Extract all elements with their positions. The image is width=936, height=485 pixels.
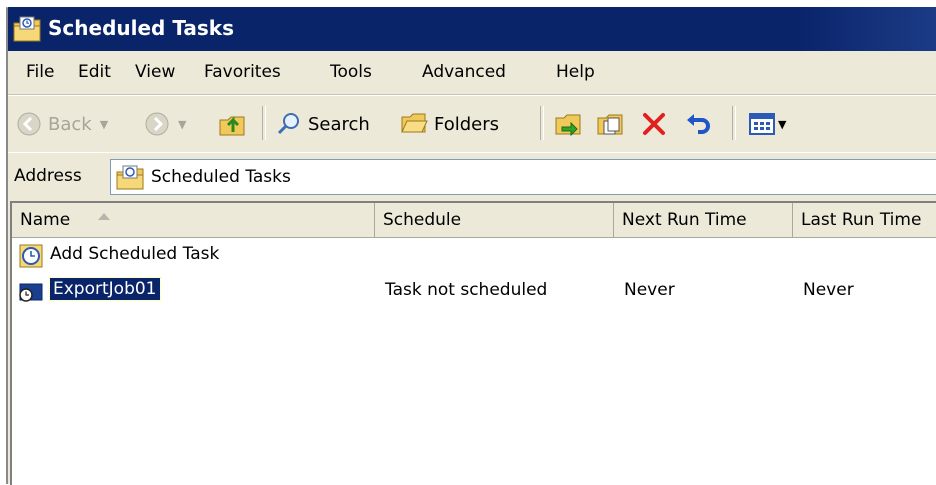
undo-button[interactable] xyxy=(684,108,712,140)
move-to-icon xyxy=(555,114,581,137)
scheduled-tasks-folder-icon xyxy=(13,16,41,42)
address-value: Scheduled Tasks xyxy=(151,167,291,187)
menu-help[interactable]: Help xyxy=(556,62,595,82)
column-header-next-run[interactable]: Next Run Time xyxy=(614,203,793,238)
list-item-exportjob01[interactable]: ExportJob01 Task not scheduled Never Nev… xyxy=(12,277,936,306)
address-label: Address xyxy=(14,166,82,186)
views-icon xyxy=(749,113,775,135)
menu-file[interactable]: File xyxy=(26,62,54,82)
back-icon xyxy=(17,112,41,136)
scheduled-tasks-folder-icon xyxy=(116,165,144,190)
menu-advanced[interactable]: Advanced xyxy=(422,62,506,82)
title-bar[interactable]: Scheduled Tasks xyxy=(8,7,936,51)
folders-button[interactable]: Folders xyxy=(400,108,499,140)
explorer-window: Scheduled Tasks File Edit View Favorites… xyxy=(0,0,936,485)
menu-view[interactable]: View xyxy=(135,62,175,82)
folders-label: Folders xyxy=(434,113,500,135)
address-bar: Address Scheduled Tasks xyxy=(8,152,936,199)
task-last-run: Never xyxy=(803,280,854,300)
column-header-last-run[interactable]: Last Run Time xyxy=(793,203,936,238)
copy-to-button[interactable] xyxy=(596,108,624,140)
column-header-schedule-label: Schedule xyxy=(383,210,462,230)
column-header-next-run-label: Next Run Time xyxy=(622,210,747,230)
toolbar: Back ▼ ▼ Search Folders ▼ xyxy=(8,95,936,153)
up-folder-icon xyxy=(219,116,245,136)
menu-tools[interactable]: Tools xyxy=(330,62,372,82)
back-button[interactable]: Back ▼ xyxy=(16,108,108,140)
task-name: ExportJob01 xyxy=(49,277,161,301)
delete-icon xyxy=(643,113,665,135)
forward-button[interactable]: ▼ xyxy=(144,108,186,140)
delete-button[interactable] xyxy=(640,108,668,140)
forward-icon xyxy=(145,112,169,136)
views-button[interactable]: ▼ xyxy=(748,108,786,140)
column-header-schedule[interactable]: Schedule xyxy=(375,203,614,238)
undo-icon xyxy=(687,114,710,134)
toolbar-separator xyxy=(540,106,544,140)
address-field[interactable]: Scheduled Tasks xyxy=(110,159,936,195)
task-name: Add Scheduled Task xyxy=(50,244,220,264)
list-item-add-scheduled-task[interactable]: Add Scheduled Task xyxy=(12,243,374,271)
column-header-name[interactable]: Name xyxy=(12,203,375,238)
column-header-name-label: Name xyxy=(20,210,71,230)
forward-dropdown-icon[interactable]: ▼ xyxy=(178,118,186,131)
search-button[interactable]: Search xyxy=(276,108,370,140)
views-dropdown-icon[interactable]: ▼ xyxy=(778,118,786,131)
back-dropdown-icon[interactable]: ▼ xyxy=(100,118,108,131)
menu-edit[interactable]: Edit xyxy=(78,62,111,82)
back-label: Back xyxy=(48,113,92,135)
folders-icon xyxy=(401,113,428,133)
search-icon xyxy=(277,113,299,135)
up-folder-button[interactable] xyxy=(218,108,246,140)
menu-favorites[interactable]: Favorites xyxy=(204,62,281,82)
menu-bar: File Edit View Favorites Tools Advanced … xyxy=(8,52,936,95)
toolbar-separator xyxy=(262,106,266,140)
column-header-last-run-label: Last Run Time xyxy=(801,210,922,230)
task-next-run: Never xyxy=(624,280,675,300)
window-title: Scheduled Tasks xyxy=(48,16,234,40)
copy-to-icon xyxy=(597,114,623,135)
add-task-icon xyxy=(19,244,43,268)
task-list-view[interactable]: Name Schedule Next Run Time Last Run Tim… xyxy=(10,201,936,485)
sort-ascending-icon xyxy=(98,213,110,220)
task-schedule: Task not scheduled xyxy=(385,280,548,300)
search-label: Search xyxy=(308,113,370,135)
toolbar-separator xyxy=(732,106,736,140)
task-icon xyxy=(19,283,43,302)
move-to-button[interactable] xyxy=(554,108,582,140)
